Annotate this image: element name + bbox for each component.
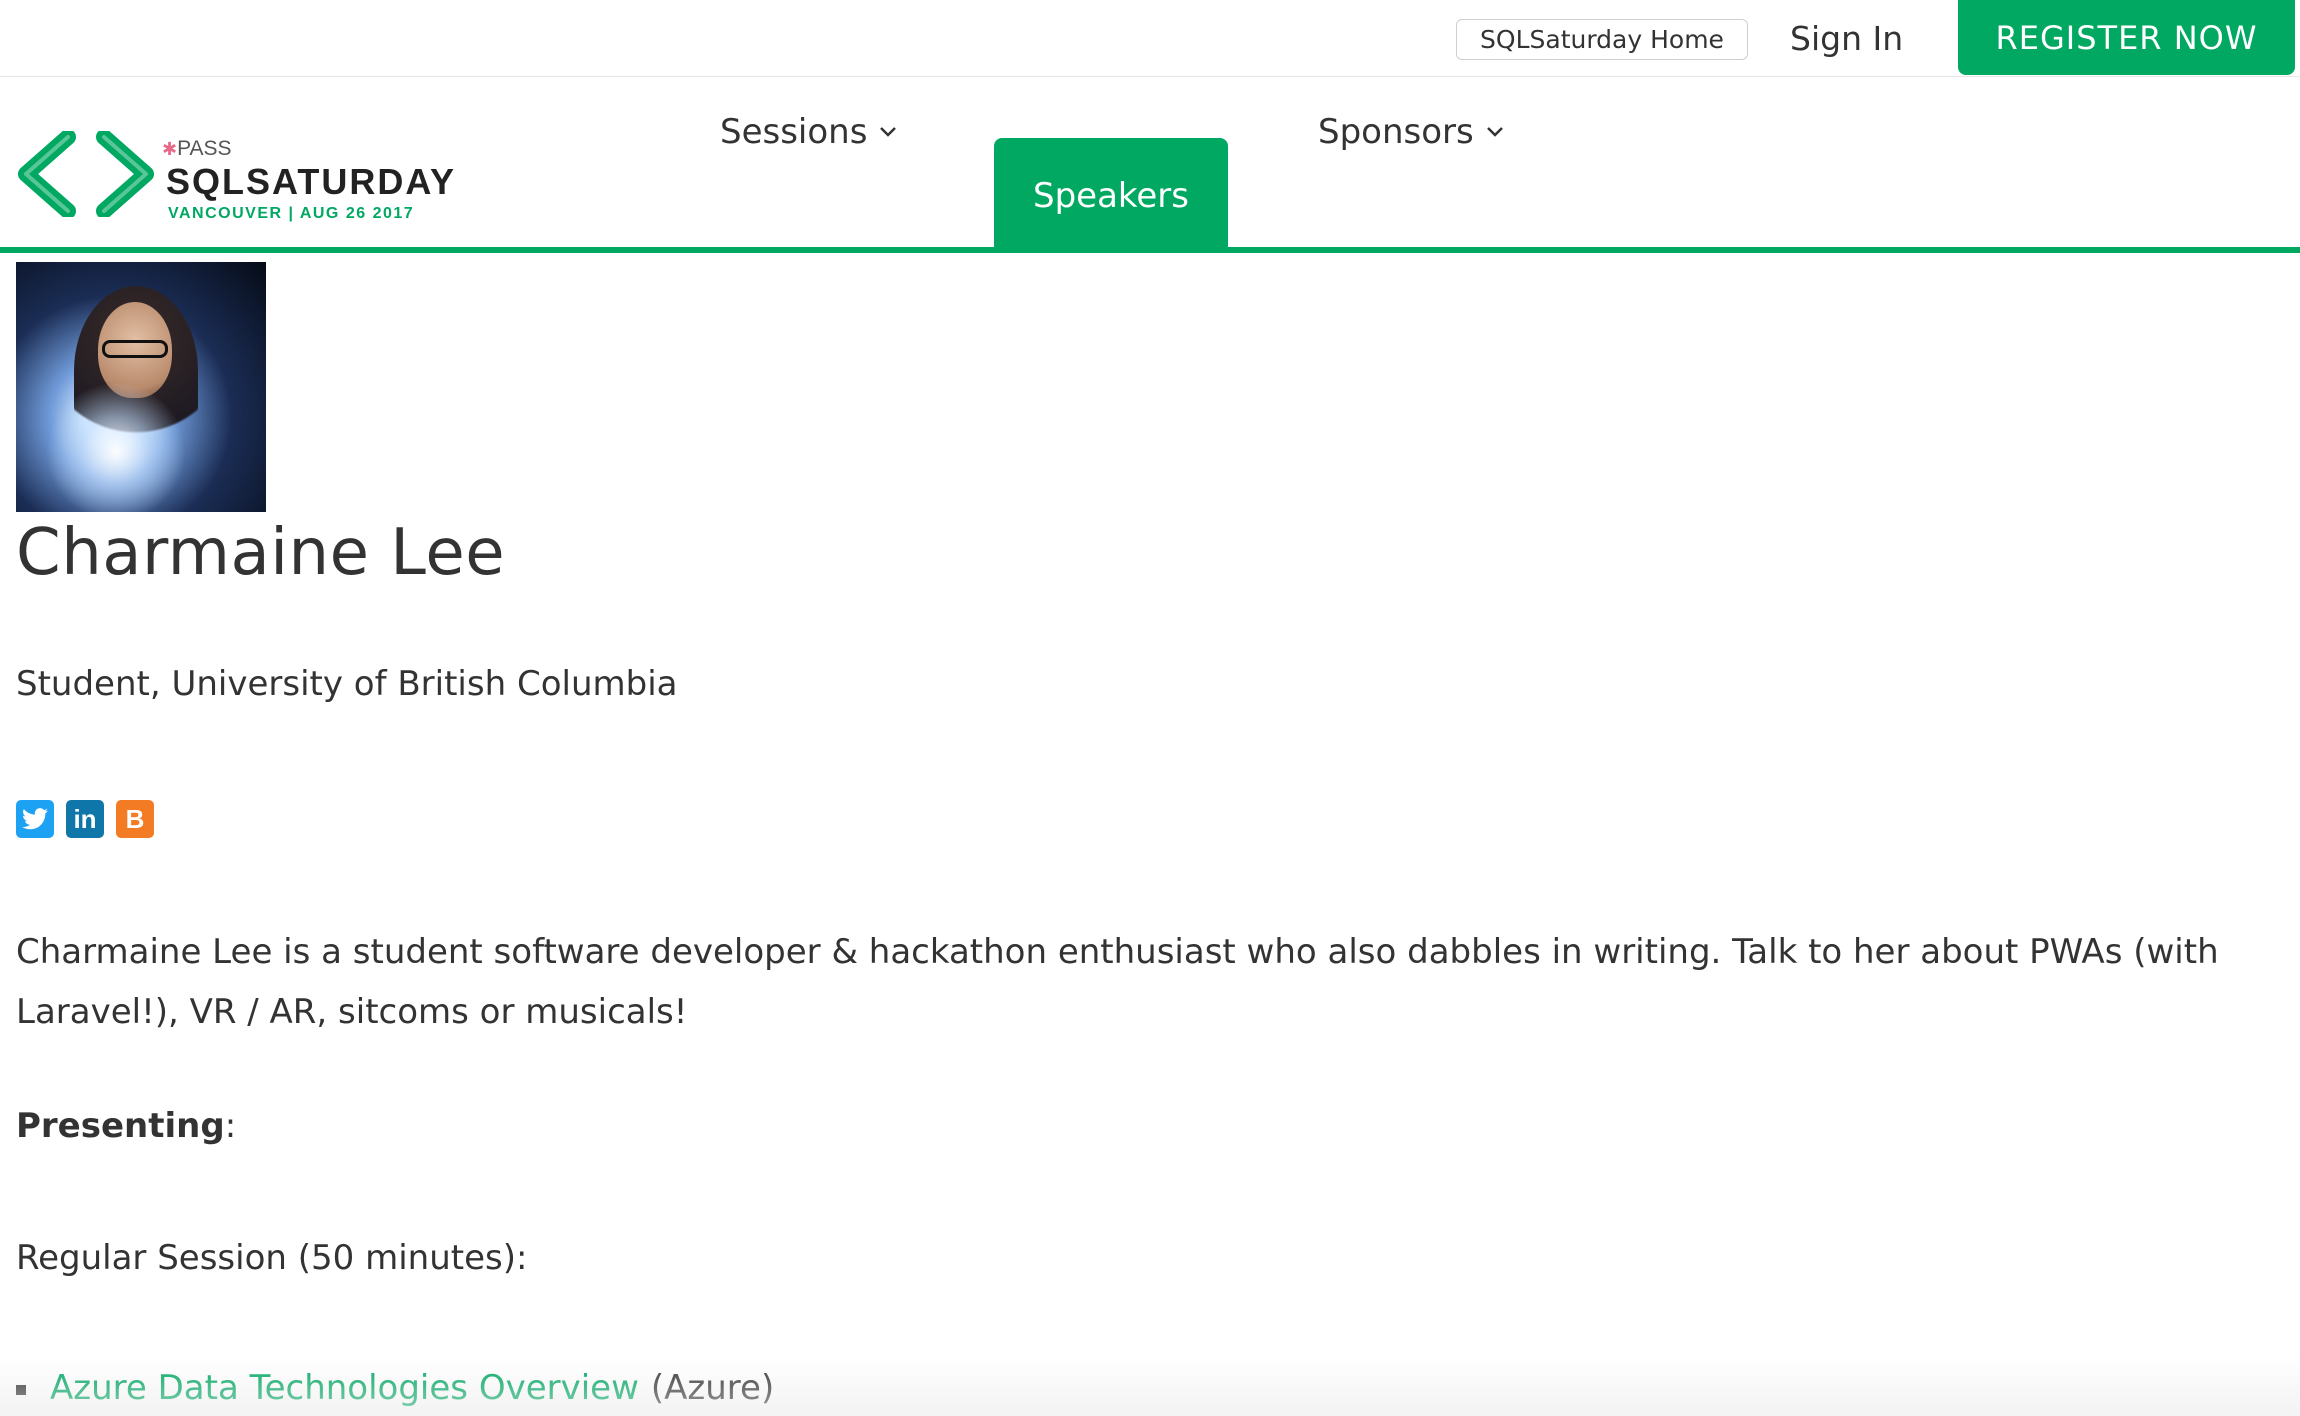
session-type-label: Regular Session (50 minutes): <box>16 1238 528 1278</box>
sqlsaturday-home-button[interactable]: SQLSaturday Home <box>1456 19 1748 60</box>
linkedin-icon[interactable]: in <box>66 800 104 838</box>
pass-text: PASS <box>177 137 232 160</box>
social-links: in B <box>16 800 154 838</box>
brand-text: SQLSATURDAY <box>166 161 457 202</box>
speaker-name: Charmaine Lee <box>16 516 506 590</box>
blogger-icon[interactable]: B <box>116 800 154 838</box>
presenting-label: Presenting <box>16 1106 225 1146</box>
chevrons-logo-icon <box>18 131 154 217</box>
register-now-button[interactable]: REGISTER NOW <box>1958 0 2295 75</box>
nav-sessions[interactable]: Sessions <box>720 77 897 187</box>
presenting-colon: : <box>224 1106 237 1146</box>
sign-in-link[interactable]: Sign In <box>1790 16 1903 60</box>
nav-sessions-label: Sessions <box>720 112 868 152</box>
speaker-bio: Charmaine Lee is a student software deve… <box>16 932 2219 1032</box>
twitter-icon[interactable] <box>16 800 54 838</box>
sqlsaturday-logo[interactable]: ✱PASS SQLSATURDAY VANCOUVER | AUG 26 201… <box>16 131 454 222</box>
session-link[interactable]: Azure Data Technologies Overview <box>50 1368 639 1408</box>
speaker-photo <box>16 262 266 512</box>
session-track: (Azure) <box>650 1368 775 1408</box>
bullet-icon <box>16 1385 26 1395</box>
event-subtitle: VANCOUVER | AUG 26 2017 <box>168 205 415 222</box>
speaker-title: Student, University of British Columbia <box>16 664 678 704</box>
presenting-heading: Presenting: <box>16 1106 236 1146</box>
nav-sponsors[interactable]: Sponsors <box>1318 77 1504 187</box>
chevron-down-icon <box>1486 127 1503 137</box>
pass-logo-text: ✱PASS <box>162 137 232 161</box>
list-item: Azure Data Technologies Overview (Azure) <box>16 1368 774 1408</box>
pass-star-icon: ✱ <box>162 139 178 159</box>
nav-speakers-label: Speakers <box>1032 175 1189 216</box>
nav-speakers-tab[interactable]: Speakers <box>994 138 1228 253</box>
chevron-down-icon <box>880 127 897 137</box>
top-bar: SQLSaturday Home Sign In REGISTER NOW <box>0 0 2300 77</box>
nav-sponsors-label: Sponsors <box>1318 112 1474 152</box>
